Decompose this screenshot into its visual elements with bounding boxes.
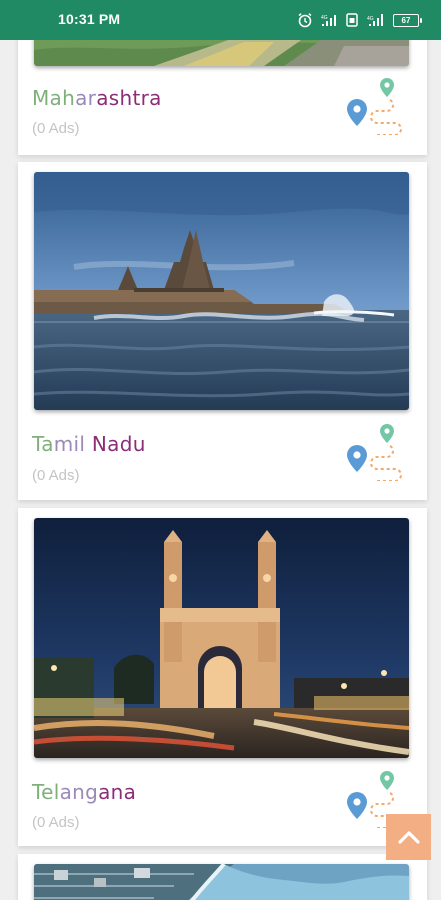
state-name-part: ashtra [96,86,162,110]
state-name: Telangana [32,780,136,804]
state-name-part: Mah [32,86,76,110]
state-card[interactable]: Tamil Nadu (0 Ads) [18,162,427,500]
svg-text:4G: 4G [367,16,374,22]
state-name-part: Ta [32,432,54,456]
svg-text:4G: 4G [321,15,328,21]
ads-count: (0 Ads) [32,120,80,137]
state-name: Tamil Nadu [32,432,146,456]
route-map-icon [347,424,402,481]
signal-icon: 4G [321,15,336,26]
state-photo [34,172,409,410]
route-map-icon [347,78,402,135]
state-name-part: Nadu [85,432,146,456]
ads-count: (0 Ads) [32,814,80,831]
chevron-up-icon [397,831,420,844]
state-name-part: ang [59,780,99,804]
status-icons: 4G 4G 67 [297,10,422,30]
state-card[interactable]: Telangana (0 Ads) [18,508,427,846]
state-photo [34,518,409,758]
status-bar: 10:31 PM 4G 4G 67 [0,0,441,40]
state-card[interactable]: Maharashtra (0 Ads) [18,20,427,155]
state-card[interactable] [18,854,427,900]
state-name-part: mil [53,432,86,456]
state-name-part: ana [98,780,137,804]
scroll-to-top-button[interactable] [386,814,431,860]
state-name-part: ar [75,86,97,110]
signal-icon: 4G [367,14,383,26]
status-time: 10:31 PM [58,11,121,27]
battery-icon: 67 [393,13,422,27]
sim-icon [346,13,358,27]
state-photo [34,864,409,900]
state-list-screen: 10:31 PM 4G 4G 67 Maharashtra (0 Ads) Ta… [0,0,441,900]
alarm-icon [298,13,312,28]
ads-count: (0 Ads) [32,467,80,484]
state-name: Maharashtra [32,86,162,110]
state-name-part: Tel [32,780,60,804]
